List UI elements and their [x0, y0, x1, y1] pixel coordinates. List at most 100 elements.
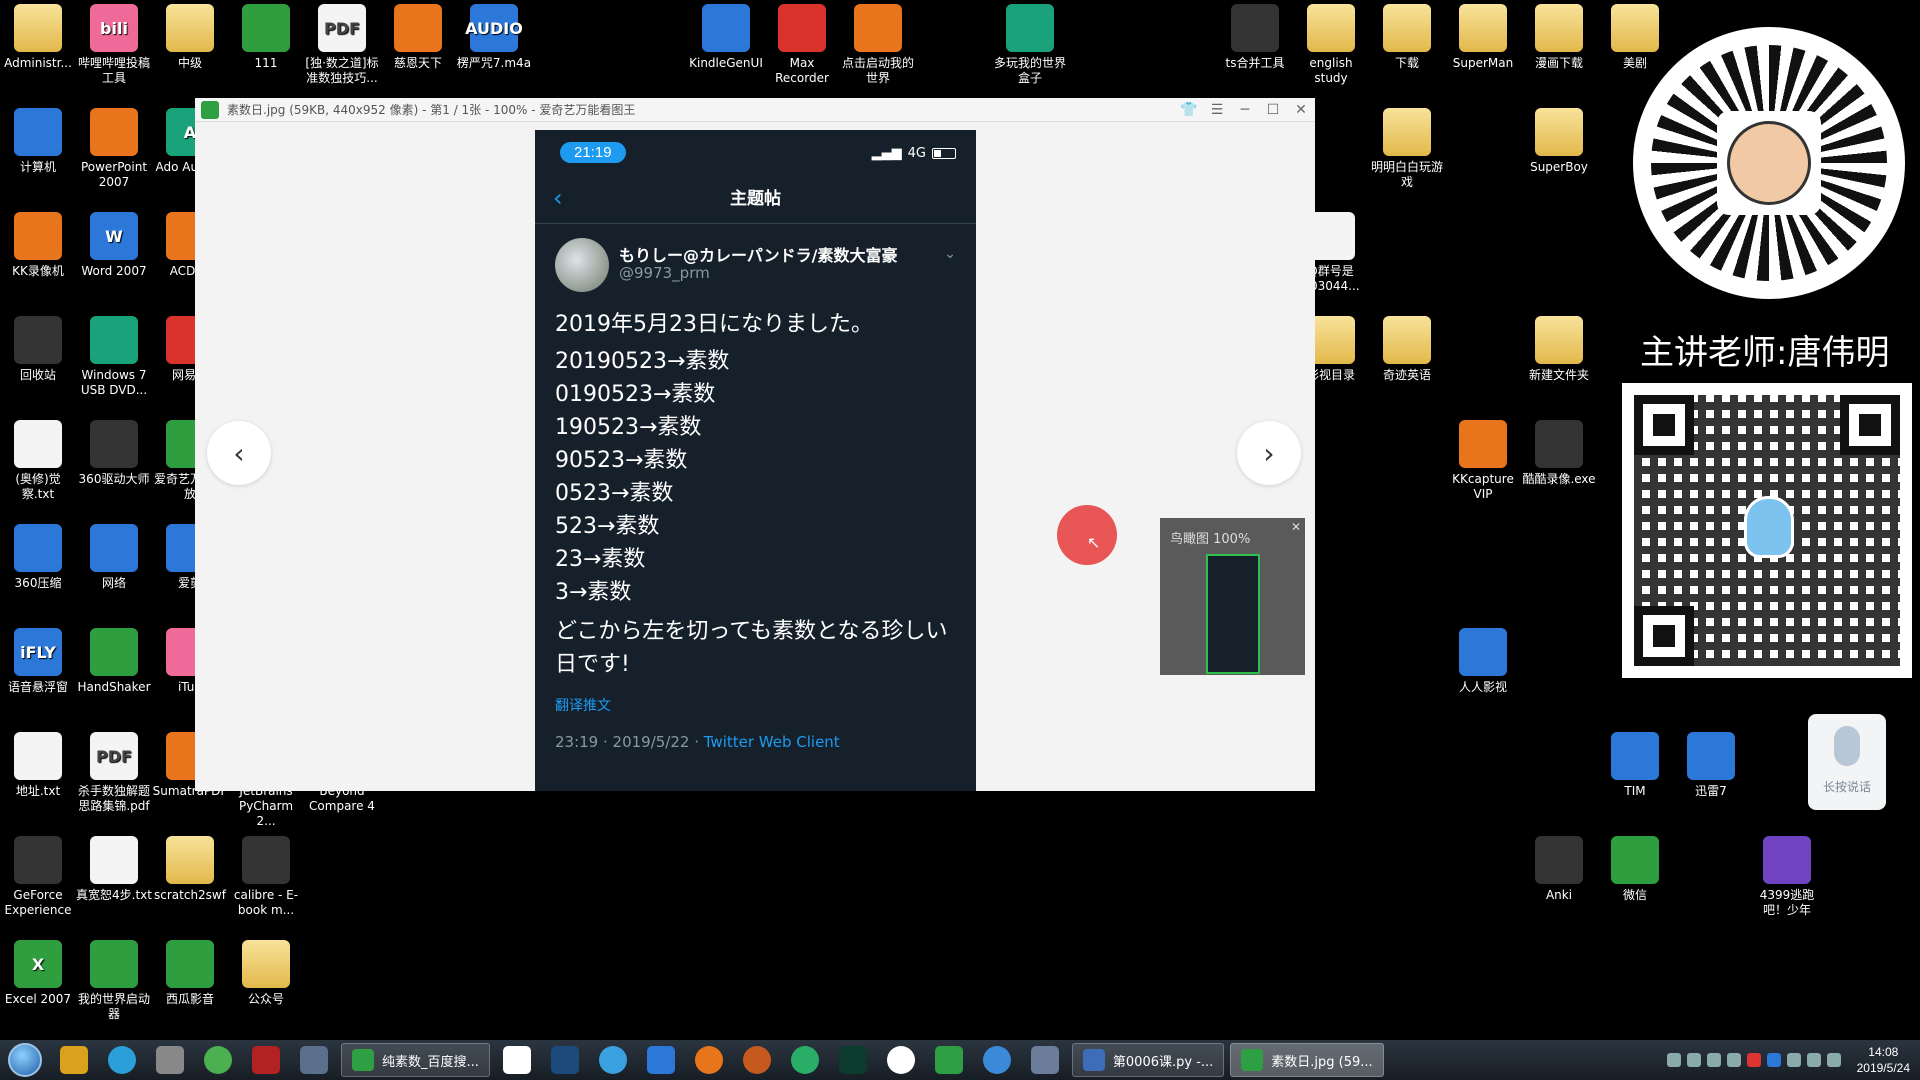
- minimize-button[interactable]: ─: [1231, 102, 1259, 118]
- taskbar-audition-icon[interactable]: [829, 1040, 877, 1080]
- desktop-icon[interactable]: (奥修)觉察.txt: [0, 420, 76, 502]
- desktop-icon[interactable]: 美剧: [1597, 4, 1673, 71]
- taskbar-app-icon[interactable]: [290, 1040, 338, 1080]
- birdview-thumbnail[interactable]: [1206, 554, 1260, 674]
- desktop-icon[interactable]: 111: [228, 4, 304, 71]
- desktop-icon[interactable]: SuperMan: [1445, 4, 1521, 71]
- app-icon: [90, 316, 138, 364]
- desktop-icon[interactable]: GeForce Experience: [0, 836, 76, 918]
- tray-app-icon[interactable]: [1726, 1053, 1741, 1067]
- desktop-icon[interactable]: 迅雷7: [1673, 732, 1749, 799]
- maximize-button[interactable]: ☐: [1259, 102, 1287, 118]
- taskbar-app-icon[interactable]: [493, 1040, 541, 1080]
- tray-app-icon[interactable]: [1746, 1053, 1761, 1067]
- desktop-icon[interactable]: 公众号: [228, 940, 304, 1007]
- taskbar-app-icon[interactable]: [733, 1040, 781, 1080]
- taskbar-task-search[interactable]: 纯素数_百度搜...: [341, 1043, 490, 1077]
- desktop-icon[interactable]: 360驱动大师: [76, 420, 152, 487]
- taskbar-app-icon[interactable]: [1021, 1040, 1069, 1080]
- desktop-icon[interactable]: bili 哔哩哔哩投稿工具: [76, 4, 152, 86]
- menu-button[interactable]: ☰: [1203, 102, 1231, 118]
- tray-volume-icon[interactable]: [1826, 1053, 1841, 1067]
- desktop-icon[interactable]: W Word 2007: [76, 212, 152, 279]
- taskbar-app-icon[interactable]: [637, 1040, 685, 1080]
- tray-help-icon[interactable]: [1686, 1053, 1701, 1067]
- desktop-icon[interactable]: 微信: [1597, 836, 1673, 903]
- taskbar-wechat-icon[interactable]: [781, 1040, 829, 1080]
- desktop-icon[interactable]: Administr...: [0, 4, 76, 71]
- desktop-icon[interactable]: 中级: [152, 4, 228, 71]
- desktop-icon[interactable]: Windows 7 USB DVD...: [76, 316, 152, 398]
- prev-image-button[interactable]: ‹: [207, 421, 271, 485]
- desktop-icon[interactable]: Anki: [1521, 836, 1597, 903]
- desktop-icon[interactable]: Max Recorder: [764, 4, 840, 86]
- app-icon: [14, 732, 62, 780]
- desktop-icon[interactable]: 下载: [1369, 4, 1445, 71]
- desktop-icon[interactable]: 新建文件夹: [1521, 316, 1597, 383]
- taskbar-app-icon[interactable]: [589, 1040, 637, 1080]
- taskbar-pdf-icon[interactable]: [50, 1040, 98, 1080]
- desktop-icon[interactable]: 奇迹英语: [1369, 316, 1445, 383]
- close-button[interactable]: ✕: [1287, 102, 1315, 118]
- taskbar-app-icon[interactable]: [877, 1040, 925, 1080]
- desktop-icon[interactable]: 我的世界启动器: [76, 940, 152, 1022]
- desktop-icon[interactable]: HandShaker: [76, 628, 152, 695]
- desktop-icon[interactable]: 多玩我的世界盒子: [992, 4, 1068, 86]
- desktop-icon[interactable]: 酷酷录像.exe: [1521, 420, 1597, 487]
- desktop-icon[interactable]: calibre - E-book m...: [228, 836, 304, 918]
- desktop-icon[interactable]: 4399逃跑吧！少年: [1749, 836, 1825, 918]
- taskbar-app-icon[interactable]: [973, 1040, 1021, 1080]
- desktop-icon[interactable]: 360压缩: [0, 524, 76, 591]
- desktop-icon[interactable]: scratch2swf: [152, 836, 228, 903]
- tray-app-icon[interactable]: [1766, 1053, 1781, 1067]
- tray-network-icon[interactable]: [1806, 1053, 1821, 1067]
- taskbar-photoshop-icon[interactable]: [541, 1040, 589, 1080]
- viewer-titlebar[interactable]: 素数日.jpg (59KB, 440x952 像素) - 第1 / 1张 - 1…: [195, 98, 1315, 122]
- skin-button[interactable]: 👕: [1175, 102, 1203, 118]
- image-canvas[interactable]: ‹ › 21:19 ▂▄▆ 4G ‹ 主题帖 もりしー@カレーパンドラ/素数大富…: [195, 122, 1315, 791]
- taskbar-app-icon[interactable]: [242, 1040, 290, 1080]
- next-image-button[interactable]: ›: [1237, 421, 1301, 485]
- desktop-icon[interactable]: 回收站: [0, 316, 76, 383]
- clock[interactable]: 14:08 2019/5/24: [1857, 1044, 1910, 1076]
- desktop-icon[interactable]: KindleGenUI: [688, 4, 764, 71]
- desktop-icon[interactable]: ts合并工具: [1217, 4, 1293, 71]
- desktop-icon[interactable]: 慈恩天下: [380, 4, 456, 71]
- desktop-icon[interactable]: iFLY 语音悬浮窗: [0, 628, 76, 695]
- taskbar-task-python[interactable]: 第0006课.py -...: [1071, 1043, 1225, 1077]
- desktop-icon-label: SuperMan: [1452, 56, 1514, 70]
- desktop-icon[interactable]: 西瓜影音: [152, 940, 228, 1007]
- desktop-icon[interactable]: PowerPoint 2007: [76, 108, 152, 190]
- desktop-icon[interactable]: X Excel 2007: [0, 940, 76, 1007]
- desktop-icon[interactable]: 计算机: [0, 108, 76, 175]
- desktop-icon[interactable]: SuperBoy: [1521, 108, 1597, 175]
- app-icon: [1383, 4, 1431, 52]
- desktop-icon[interactable]: 漫画下载: [1521, 4, 1597, 71]
- desktop-icon[interactable]: 点击启动我的世界: [840, 4, 916, 86]
- desktop-icon[interactable]: PDF 杀手数独解题思路集锦.pdf: [76, 732, 152, 814]
- desktop-icon[interactable]: 真宽恕4步.txt: [76, 836, 152, 903]
- taskbar-app-icon[interactable]: [925, 1040, 973, 1080]
- desktop-icon[interactable]: PDF [独·数之道]标准数独技巧...: [304, 4, 380, 86]
- tray-keyboard-icon[interactable]: [1666, 1053, 1681, 1067]
- desktop-icon[interactable]: AUDIO 楞严咒7.m4a: [456, 4, 532, 71]
- taskbar-app-icon[interactable]: [98, 1040, 146, 1080]
- taskbar-task-viewer[interactable]: 素数日.jpg (59...: [1230, 1043, 1384, 1077]
- tray-flag-icon[interactable]: [1786, 1053, 1801, 1067]
- birdview-close-icon[interactable]: ✕: [1291, 520, 1301, 534]
- desktop-icon[interactable]: KKcapture VIP: [1445, 420, 1521, 502]
- tray-mic-icon[interactable]: [1706, 1053, 1721, 1067]
- taskbar-app-icon[interactable]: [194, 1040, 242, 1080]
- desktop-icon[interactable]: 明明白白玩游戏: [1369, 108, 1445, 190]
- taskbar-app-icon[interactable]: [146, 1040, 194, 1080]
- desktop-icon[interactable]: 人人影视: [1445, 628, 1521, 695]
- desktop-icon[interactable]: english study: [1293, 4, 1369, 86]
- desktop-icon[interactable]: 网络: [76, 524, 152, 591]
- desktop-icon[interactable]: KK录像机: [0, 212, 76, 279]
- birdview-panel[interactable]: 鸟瞰图 100% ✕: [1160, 518, 1305, 675]
- desktop-icon[interactable]: TIM: [1597, 732, 1673, 799]
- voice-input-button[interactable]: 长按说话: [1808, 714, 1886, 810]
- desktop-icon[interactable]: 地址.txt: [0, 732, 76, 799]
- start-button[interactable]: [0, 1040, 50, 1080]
- taskbar-app-icon[interactable]: [685, 1040, 733, 1080]
